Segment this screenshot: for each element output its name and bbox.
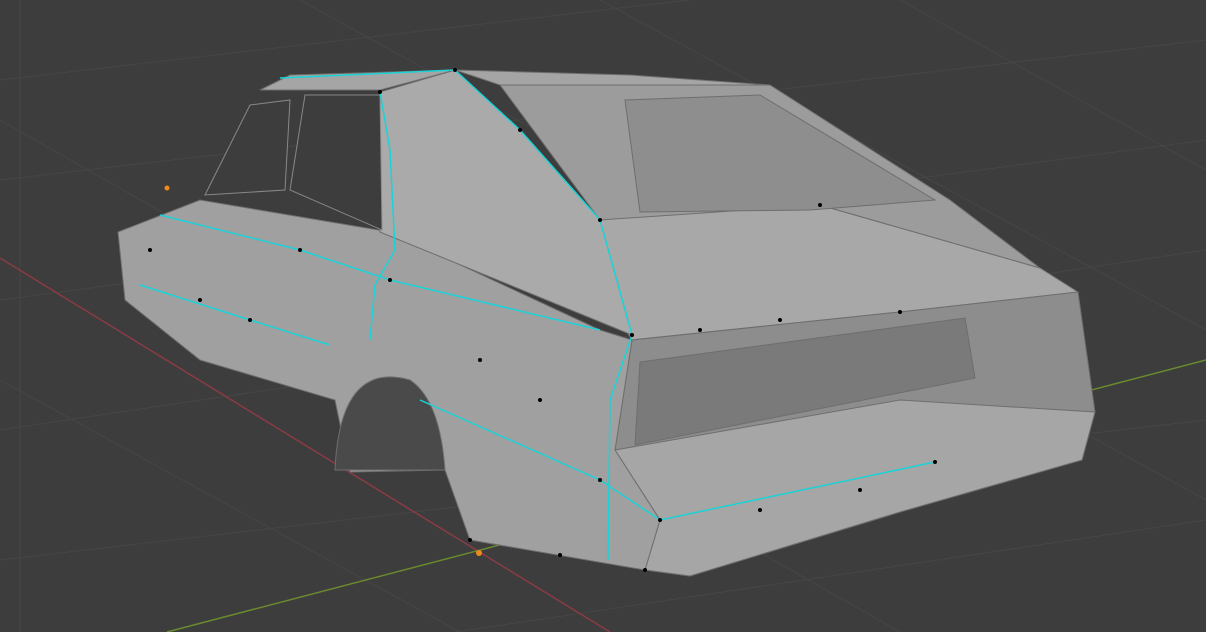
- active-vertex[interactable]: [476, 550, 482, 556]
- 3d-viewport[interactable]: [0, 0, 1206, 632]
- side-window: [289, 94, 383, 231]
- front-window: [204, 99, 291, 196]
- viewport-canvas[interactable]: [0, 0, 1206, 632]
- selected-vertex[interactable]: [164, 185, 170, 191]
- rear-window: [624, 94, 937, 213]
- car-mesh[interactable]: [117, 69, 1096, 577]
